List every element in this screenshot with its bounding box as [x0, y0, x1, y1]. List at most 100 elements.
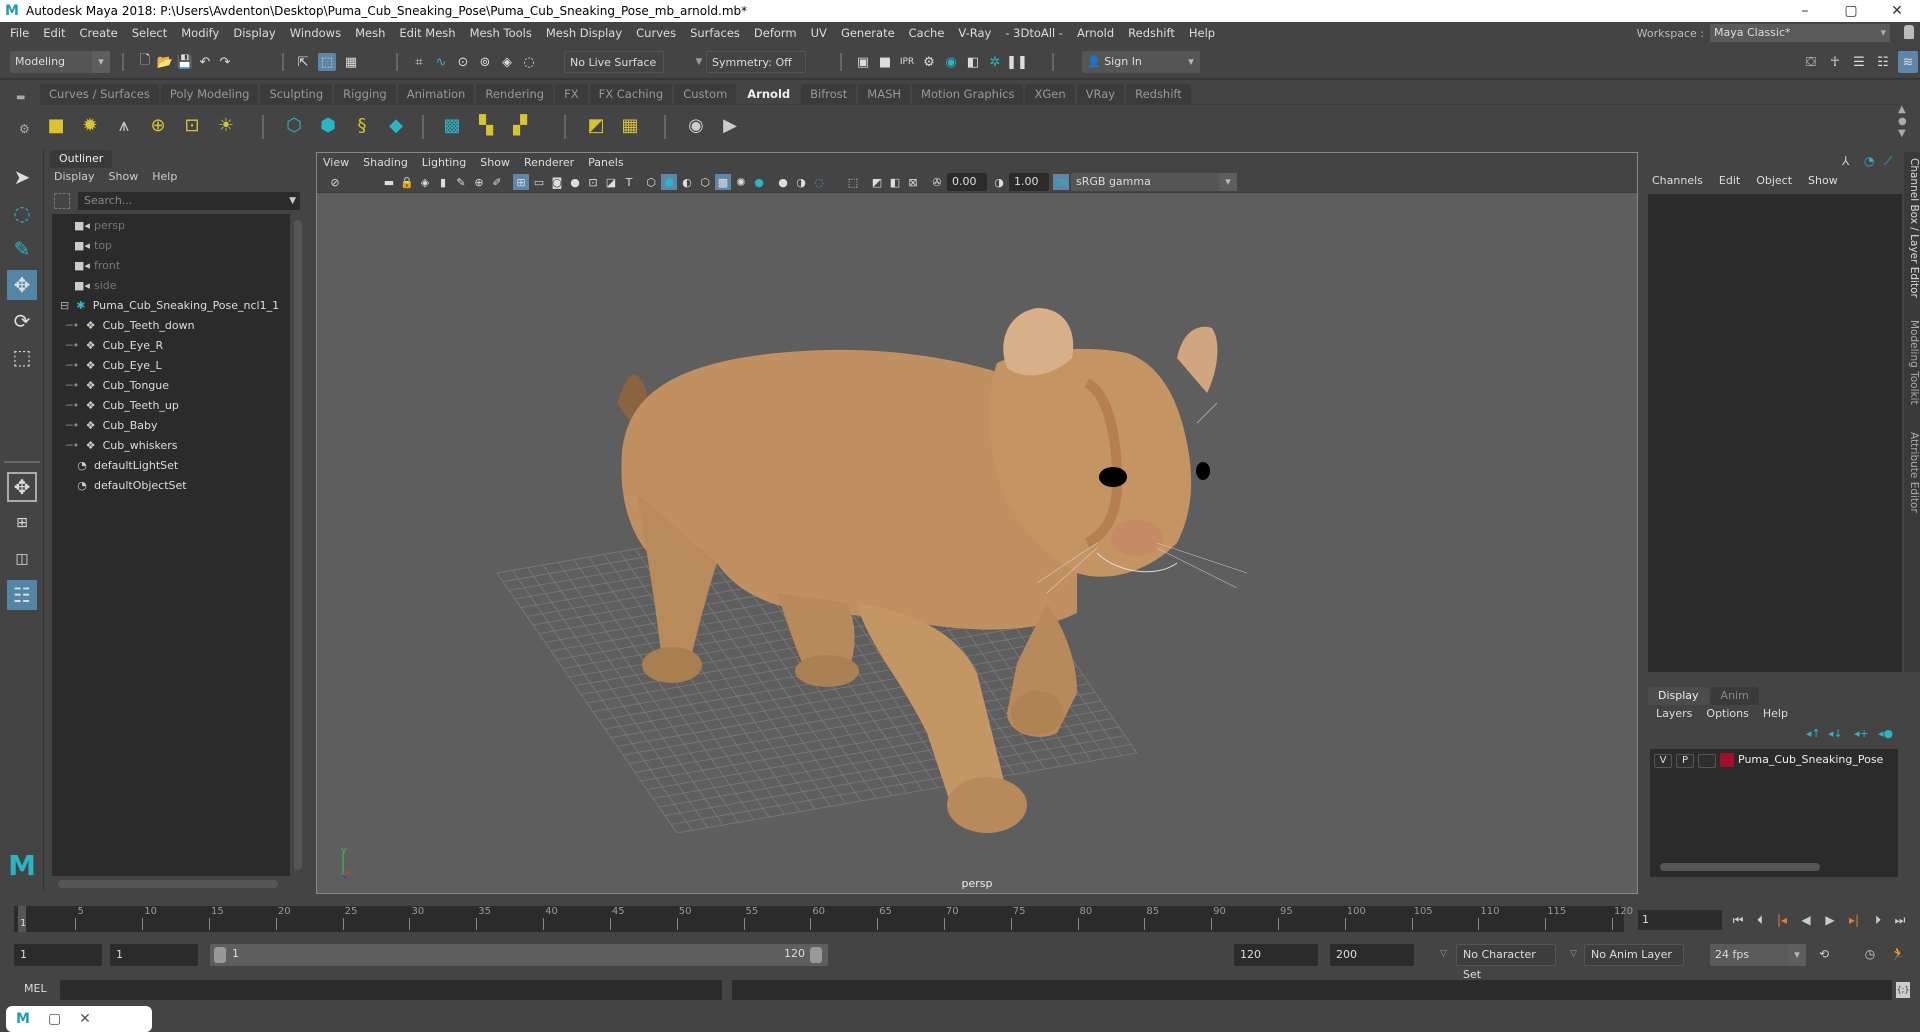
channelbox-menu-show[interactable]: Show	[1808, 174, 1838, 187]
menu-create[interactable]: Create	[73, 26, 125, 40]
shelf-scroll-icon[interactable]: ▲ ● ▼	[1898, 104, 1907, 140]
loop-icon[interactable]: ⟲	[1816, 944, 1832, 964]
default-material-icon[interactable]: ◐	[679, 174, 695, 190]
2d-pan-zoom-icon[interactable]: ⊕	[471, 174, 487, 190]
light-portal-icon[interactable]: ⊡	[180, 113, 204, 137]
menu-arnold[interactable]: Arnold	[1070, 26, 1121, 40]
outliner-layout-icon[interactable]: ☷	[7, 580, 37, 610]
viewport-menu-lighting[interactable]: Lighting	[422, 156, 466, 169]
open-scene-icon[interactable]: 📂	[156, 53, 174, 71]
outliner-search-input[interactable]: Search...	[78, 192, 300, 210]
attribute-editor-icon[interactable]: ☰	[1850, 53, 1868, 71]
lasso-tool-icon[interactable]: ◌	[7, 198, 37, 228]
menu-vray[interactable]: V-Ray	[951, 26, 998, 40]
step-back-frame-icon[interactable]: |◂	[1774, 910, 1790, 930]
menu-help[interactable]: Help	[1182, 26, 1222, 40]
two-view-icon[interactable]: ◫	[7, 544, 37, 574]
select-camera-icon[interactable]: ⊘	[327, 174, 343, 190]
restore-icon[interactable]: ▢	[48, 1011, 61, 1027]
outliner-item[interactable]: ◔ defaultObjectSet	[74, 476, 186, 496]
outliner-item[interactable]: ■◂ side	[74, 276, 117, 296]
motion-blur-icon[interactable]: ◑	[793, 174, 809, 190]
select-object-icon[interactable]: ⬚	[318, 53, 336, 71]
color-management-toggle[interactable]: ON	[1053, 174, 1069, 190]
auto-key-icon[interactable]: ◷	[1862, 944, 1878, 964]
pause-icon[interactable]: ❚❚	[1006, 53, 1028, 71]
shelf-tab-custom[interactable]: Custom	[674, 84, 737, 104]
filter-icon[interactable]	[54, 193, 70, 209]
collapse-icon[interactable]: ⊟	[60, 299, 73, 312]
outliner-item[interactable]: ─• ❖ Cub_Eye_R	[66, 336, 163, 356]
wireframe-icon[interactable]: ⬡	[643, 174, 659, 190]
minimize-button[interactable]: –	[1782, 0, 1828, 22]
render-settings-icon[interactable]: ⚙	[920, 53, 938, 71]
lock-icon[interactable]	[1904, 25, 1914, 39]
skydome-light-icon[interactable]: ⊕	[146, 113, 170, 137]
shelf-tab-poly-modeling[interactable]: Poly Modeling	[160, 84, 259, 104]
close-button[interactable]: ✕	[1874, 0, 1920, 22]
scene-start-field[interactable]: 1	[14, 944, 102, 966]
command-language-label[interactable]: MEL	[24, 982, 47, 995]
curve-collector-icon[interactable]: §	[350, 113, 374, 137]
outliner-item[interactable]: ■◂ persp	[74, 216, 125, 236]
grease-pencil-icon[interactable]: ✎	[453, 174, 469, 190]
four-view-icon[interactable]: ⊞	[7, 508, 37, 538]
move-layer-down-icon[interactable]: ◂↓	[1828, 727, 1843, 740]
layer-hscrollbar[interactable]	[1660, 863, 1820, 871]
use-lights-icon[interactable]: ✺	[733, 174, 749, 190]
outliner-scrollbar[interactable]	[294, 220, 302, 870]
shelf-tab-mash[interactable]: MASH	[858, 84, 911, 104]
shelf-tab-curves-surfaces[interactable]: Curves / Surfaces	[40, 84, 159, 104]
outliner-item[interactable]: ─• ❖ Cub_Baby	[66, 416, 158, 436]
shelf-tab-fx-caching[interactable]: FX Caching	[589, 84, 673, 104]
character-controls-icon[interactable]: ☥	[1826, 53, 1844, 71]
gate-mask-icon[interactable]: ●	[567, 174, 583, 190]
layer-visibility-toggle[interactable]: V	[1654, 754, 1672, 768]
layer-menu-options[interactable]: Options	[1706, 707, 1748, 720]
taskbar-thumbnail[interactable]: M ▢ ✕	[6, 1006, 152, 1032]
tab-channel-box-layer-editor[interactable]: Channel Box / Layer Editor	[1904, 158, 1920, 298]
volume-icon[interactable]: ◆	[384, 113, 408, 137]
layer-name[interactable]: Puma_Cub_Sneaking_Pose	[1738, 753, 1883, 766]
new-layer-icon[interactable]: ◂+	[1854, 727, 1869, 740]
character-set-dropdown[interactable]: No Character Set	[1456, 944, 1556, 981]
undo-icon[interactable]: ↶	[196, 53, 214, 71]
isolate-select-icon[interactable]: ⬚	[845, 174, 861, 190]
light-editor-icon[interactable]: ✲	[986, 53, 1004, 71]
new-scene-icon[interactable]: 🗋	[136, 53, 154, 71]
render-frame-icon[interactable]: ■	[876, 53, 894, 71]
shelf-tab-rendering[interactable]: Rendering	[476, 84, 554, 104]
mode-dropdown[interactable]: Modeling ▾	[10, 51, 110, 73]
shelf-tab-motion-graphics[interactable]: Motion Graphics	[912, 84, 1024, 104]
mesh-light-icon[interactable]: ✹	[78, 113, 102, 137]
snap-grid-icon[interactable]: ⌗	[410, 53, 428, 71]
anim-layer-dropdown[interactable]: No Anim Layer	[1584, 944, 1684, 966]
area-light-icon[interactable]: ■	[44, 113, 68, 137]
go-to-start-icon[interactable]: ⏮	[1730, 910, 1746, 930]
checker-icon[interactable]: ▦	[618, 113, 642, 137]
exposure-icon[interactable]: ✇	[929, 174, 945, 190]
manipulator-icon[interactable]: ⅄	[1842, 154, 1849, 168]
shelf-tab-bifrost[interactable]: Bifrost	[801, 84, 857, 104]
xray-icon[interactable]: ◩	[869, 174, 885, 190]
exposure-field[interactable]: 0.00	[947, 173, 987, 191]
render-setup-icon[interactable]: ◧	[964, 53, 982, 71]
layer-color-swatch[interactable]	[1720, 753, 1734, 767]
xray-components-icon[interactable]: ⊠	[905, 174, 921, 190]
layer-menu-layers[interactable]: Layers	[1656, 707, 1692, 720]
snap-point-icon[interactable]: ⊙	[454, 53, 472, 71]
menu-surfaces[interactable]: Surfaces	[683, 26, 747, 40]
range-end-handle[interactable]	[810, 947, 822, 963]
field-chart-icon[interactable]: ⊡	[585, 174, 601, 190]
snap-live-icon[interactable]: ◌	[520, 53, 538, 71]
scale-tool-icon[interactable]: ⬚	[7, 342, 37, 372]
outliner-tab[interactable]: Outliner	[50, 150, 113, 168]
viewport-menu-renderer[interactable]: Renderer	[524, 156, 574, 169]
save-scene-icon[interactable]: 💾	[176, 53, 194, 71]
outliner-item[interactable]: ─• ❖ Cub_Eye_L	[66, 356, 162, 376]
command-input[interactable]	[60, 980, 722, 1000]
camera-attributes-icon[interactable]: ▬	[381, 174, 397, 190]
play-render-icon[interactable]: ▶	[718, 113, 742, 137]
channelbox-menu-channels[interactable]: Channels	[1652, 174, 1703, 187]
gear-icon[interactable]: ⚙	[19, 122, 30, 136]
